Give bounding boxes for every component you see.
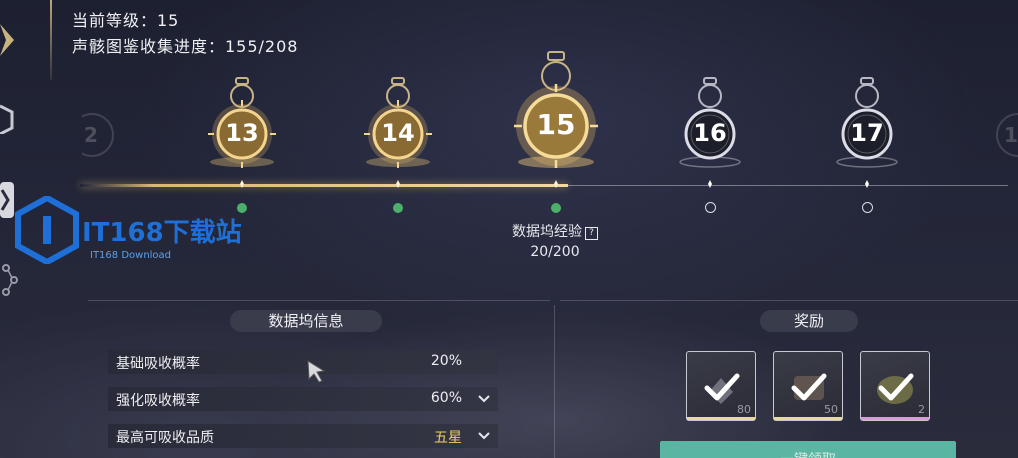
watermark-text: IT168下载站 xyxy=(82,218,242,248)
edge-node-left[interactable]: 2 xyxy=(70,112,114,158)
info-row-value: 20% xyxy=(430,353,462,369)
reward-top-divider xyxy=(560,300,1018,301)
reward-item[interactable]: 80 xyxy=(686,351,756,421)
level-node-16-label: 16 xyxy=(693,119,727,147)
level-node-14[interactable]: 14 xyxy=(358,72,438,213)
unclaimed-circle-icon xyxy=(705,202,716,213)
progress-track-empty xyxy=(568,185,1008,186)
claim-all-label: 一键领取 xyxy=(660,449,956,458)
hexagon-tab-icon[interactable] xyxy=(0,104,24,136)
claim-all-button[interactable]: 一键领取 xyxy=(660,441,956,458)
info-row-label: 最高可吸收品质 xyxy=(116,430,214,446)
info-row-value: 60% xyxy=(430,390,462,406)
edge-node-right[interactable]: 1 xyxy=(996,112,1018,158)
edge-node-right-label: 1 xyxy=(1004,123,1018,147)
watermark-logo-icon xyxy=(14,194,80,266)
progress-track-filled xyxy=(80,184,568,187)
claimed-check-icon xyxy=(551,203,561,213)
info-top-divider xyxy=(88,300,550,301)
reward-title: 奖励 xyxy=(760,310,858,332)
watermark-subtext: IT168 Download xyxy=(90,250,172,261)
level-node-15[interactable]: 15 xyxy=(508,46,604,213)
info-title: 数据坞信息 xyxy=(230,310,382,332)
info-row-label: 强化吸收概率 xyxy=(116,393,200,409)
exp-value: 20/200 xyxy=(530,244,580,260)
level-node-17-label: 17 xyxy=(850,119,884,147)
current-level: 当前等级：15 xyxy=(72,11,180,30)
mouse-cursor-icon xyxy=(306,359,328,385)
rarity-bar xyxy=(687,417,755,420)
star-emblem-icon[interactable] xyxy=(0,20,20,60)
level-node-17[interactable]: 17 xyxy=(827,72,907,213)
chevron-down-icon[interactable] xyxy=(476,428,492,444)
collection-progress: 声骸图鉴收集进度：155/208 xyxy=(72,37,299,56)
reward-count: 2 xyxy=(918,403,925,416)
unclaimed-circle-icon xyxy=(862,202,873,213)
reward-item[interactable]: 50 xyxy=(773,351,843,421)
panel-divider xyxy=(554,305,555,458)
info-row-value: 五星 xyxy=(434,430,462,446)
active-tab-icon[interactable] xyxy=(0,182,14,218)
info-row-label: 基础吸收概率 xyxy=(116,356,200,372)
help-icon[interactable]: ? xyxy=(585,227,598,240)
exp-label-text: 数据坞经验 xyxy=(512,224,582,240)
reward-count: 50 xyxy=(824,403,838,416)
level-node-15-label: 15 xyxy=(536,108,576,141)
exp-label: 数据坞经验? xyxy=(480,221,630,241)
network-tab-icon[interactable] xyxy=(0,262,22,298)
rarity-bar xyxy=(861,417,929,420)
rarity-bar xyxy=(774,417,842,420)
edge-node-left-label: 2 xyxy=(84,123,98,147)
rail-divider xyxy=(50,0,52,80)
chevron-down-icon[interactable] xyxy=(476,391,492,407)
level-node-13[interactable]: 13 xyxy=(202,72,282,213)
level-node-13-label: 13 xyxy=(225,119,259,147)
claimed-check-icon xyxy=(393,203,403,213)
info-row-base-rate: 基础吸收概率 20% xyxy=(108,350,498,374)
reward-count: 80 xyxy=(737,403,751,416)
level-node-14-label: 14 xyxy=(381,119,415,147)
level-node-16[interactable]: 16 xyxy=(670,72,750,213)
reward-item[interactable]: 2 xyxy=(860,351,930,421)
info-row-max-quality[interactable]: 最高可吸收品质 五星 xyxy=(108,424,498,448)
info-row-enhanced-rate[interactable]: 强化吸收概率 60% xyxy=(108,387,498,411)
